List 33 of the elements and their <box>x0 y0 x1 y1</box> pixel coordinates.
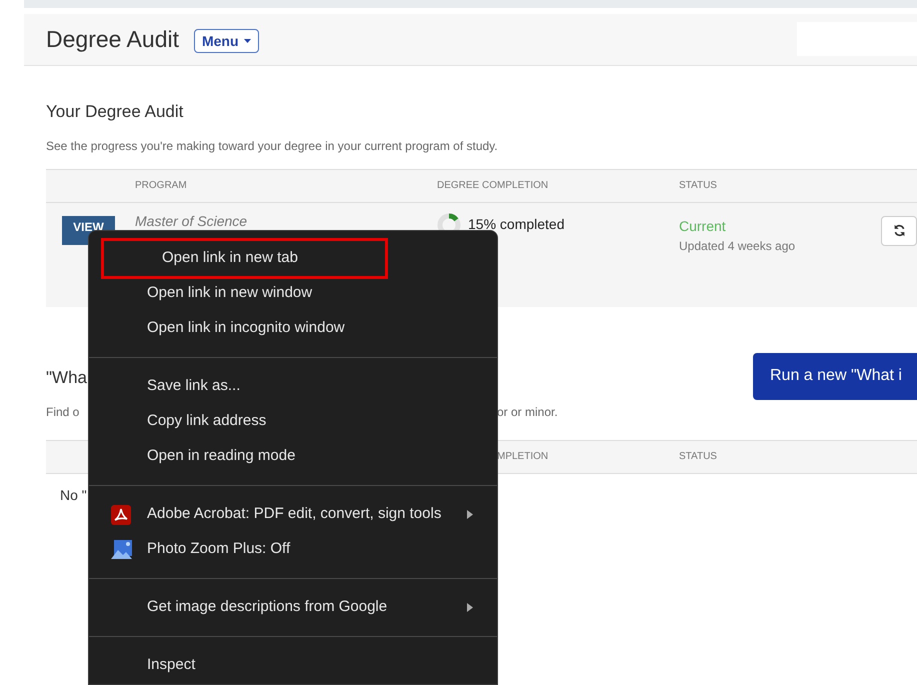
menu-item[interactable]: Photo Zoom Plus: Off <box>89 532 497 567</box>
column-header: PROGRAM <box>134 179 188 193</box>
section-description: Find o <box>46 404 80 418</box>
menu-item[interactable]: Open in reading mode <box>89 439 497 474</box>
submenu-arrow-icon <box>467 603 473 612</box>
status-text: Current <box>679 216 727 236</box>
section-description: See the progress you're making toward your degree in your current program of study. <box>46 138 499 154</box>
caret-icon <box>244 39 251 43</box>
menu-item[interactable]: Save link as... <box>89 369 497 404</box>
pdf-icon <box>111 505 131 525</box>
column-header: MPLETION <box>497 450 550 464</box>
column-header: STATUS <box>679 179 717 193</box>
menu-item[interactable]: Copy link address <box>89 404 497 439</box>
menu-item[interactable]: Get image descriptions from Google <box>89 590 497 625</box>
run-what-if-button[interactable]: Run a new "What i <box>753 352 917 400</box>
column-header: DEGREE COMPLETION <box>437 179 550 193</box>
refresh-button[interactable] <box>881 216 917 246</box>
menu-item[interactable]: Open link in incognito window <box>89 311 497 346</box>
program-name: Master of Science <box>135 212 248 230</box>
photo-icon <box>111 540 132 559</box>
refresh-icon <box>892 224 906 237</box>
section-heading: Your Degree Audit <box>46 101 184 123</box>
section-heading: "Wha <box>46 368 87 386</box>
menu-button[interactable]: Menu <box>194 29 259 53</box>
column-header: STATUS <box>679 450 717 464</box>
menu-item[interactable]: Open link in new window <box>89 276 497 311</box>
menu-item[interactable]: Inspect <box>89 648 497 683</box>
completion-text: 15% completed <box>468 215 565 234</box>
submenu-arrow-icon <box>467 510 473 519</box>
empty-message: No " <box>60 486 87 502</box>
page-title: Degree Audit <box>46 25 179 54</box>
updated-text: Updated 4 weeks ago <box>679 238 796 254</box>
menu-item[interactable]: Adobe Acrobat: PDF edit, convert, sign tools <box>89 497 497 532</box>
